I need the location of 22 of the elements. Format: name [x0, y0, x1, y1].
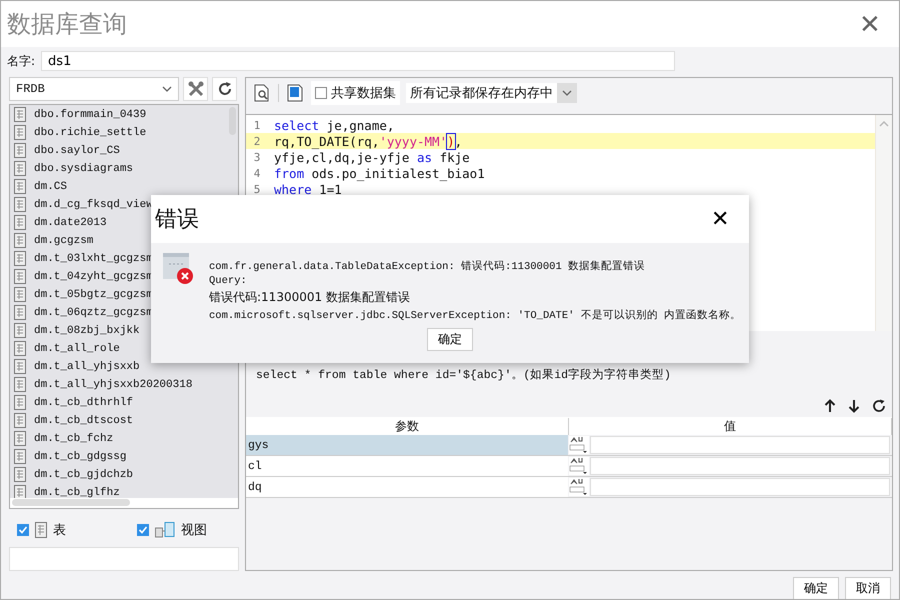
error-message: com.fr.general.data.TableDataException: 错误代码:11300001 数据集配置错误: [209, 260, 646, 273]
line-number: 4: [252, 166, 262, 180]
code-line: select je,gname,: [274, 118, 394, 132]
line-number: 1: [252, 118, 262, 132]
hint-text: select * from table where id='${abc}'。(如果id字段为字符串类型): [256, 369, 671, 382]
line-number: 3: [252, 150, 262, 164]
code-line: from ods.po_initialest_biao1: [274, 166, 485, 180]
error-message: 错误代码:11300001 数据集配置错误: [209, 289, 411, 306]
error-message: com.microsoft.sqlserver.jdbc.SQLServerException: 'TO_DATE' 不是可以识别的 内置函数名称。: [209, 308, 742, 322]
error-message: Query:: [209, 275, 248, 287]
line-number: 2: [252, 134, 262, 148]
column-header: 值: [569, 418, 892, 434]
line-number: 5: [252, 182, 262, 196]
code-line: rq,TO_DATE(rq,'yyyy-MM'),: [274, 134, 462, 148]
code-line: yfje,cl,dq,je-yfje as fkje: [274, 150, 470, 164]
name-label: 名字:: [7, 52, 36, 70]
dialog-title: 错误: [155, 206, 199, 234]
filter-label: 视图: [181, 522, 207, 540]
share-label: 共享数据集: [331, 85, 396, 102]
window-title: 数据库查询: [7, 9, 127, 40]
code-line: where 1=1: [274, 182, 342, 196]
filter-label: 表: [53, 522, 66, 540]
